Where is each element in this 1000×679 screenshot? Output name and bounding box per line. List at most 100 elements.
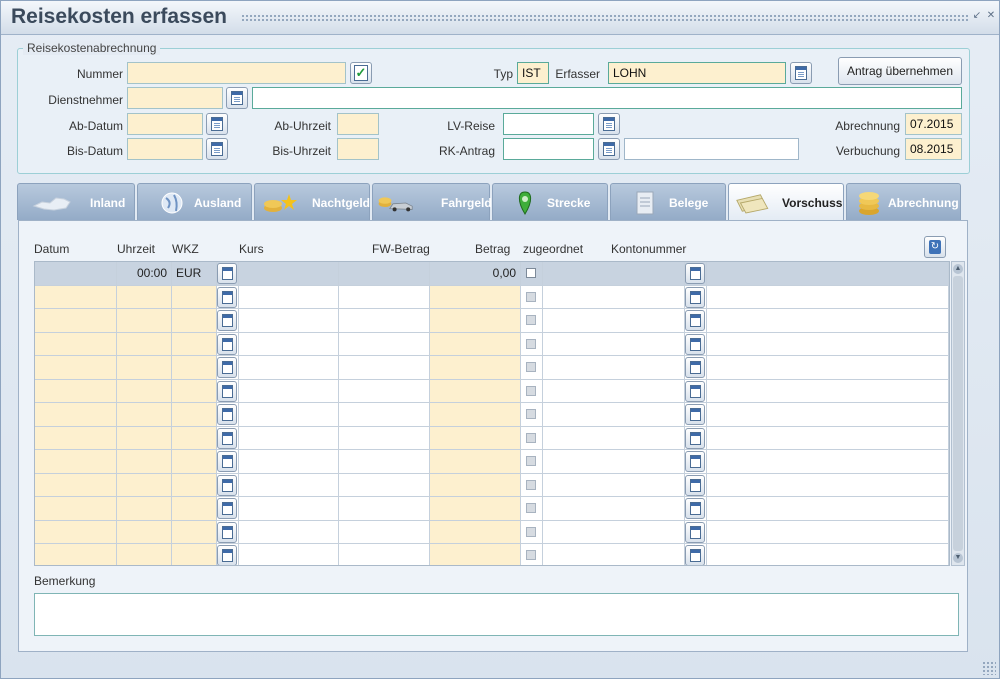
row-lookup-button[interactable]: [217, 357, 237, 378]
row-lookup-cell[interactable]: [217, 379, 239, 402]
confirm-button[interactable]: ✓: [350, 62, 372, 84]
table-row[interactable]: [35, 356, 949, 380]
zugeordnet-checkbox[interactable]: [526, 315, 536, 325]
cell-kurs[interactable]: [239, 332, 339, 355]
row-lookup-cell[interactable]: [217, 332, 239, 355]
vorschuss-table[interactable]: 00:00 EUR 0,00: [34, 261, 950, 566]
erfasser-lookup-button[interactable]: [790, 62, 812, 84]
table-row[interactable]: [35, 332, 949, 356]
cell-kontonummer[interactable]: [707, 309, 949, 332]
row-lookup-button[interactable]: [217, 451, 237, 472]
tab-fahrgeld[interactable]: Fahrgeld: [372, 183, 492, 220]
row-lookup-button[interactable]: [685, 498, 705, 519]
cell-wkz[interactable]: [172, 403, 217, 426]
table-row[interactable]: [35, 309, 949, 333]
zugeordnet-checkbox[interactable]: [526, 479, 536, 490]
row-lookup-cell[interactable]: [217, 520, 239, 543]
row-lookup-cell[interactable]: [217, 497, 239, 520]
tab-inland[interactable]: Inland: [17, 183, 135, 220]
row-lookup-cell[interactable]: [685, 520, 707, 543]
cell-betrag[interactable]: 0,00: [430, 262, 521, 285]
zugeordnet-checkbox[interactable]: [526, 456, 536, 466]
table-row[interactable]: [35, 520, 949, 544]
table-row[interactable]: [35, 497, 949, 521]
row-lookup-cell[interactable]: [217, 544, 239, 565]
cell-uhrzeit[interactable]: [117, 473, 172, 496]
cell-kurs[interactable]: [239, 262, 339, 285]
close-icon[interactable]: ✕: [985, 10, 997, 22]
cell-datum[interactable]: [35, 379, 117, 402]
row-lookup-cell[interactable]: [685, 379, 707, 402]
zugeordnet-cell[interactable]: [521, 285, 543, 308]
cell-datum[interactable]: [35, 403, 117, 426]
cell-wkz[interactable]: [172, 285, 217, 308]
table-row[interactable]: [35, 285, 949, 309]
row-lookup-cell[interactable]: [685, 309, 707, 332]
verbuchung-field[interactable]: 08.2015: [905, 138, 962, 160]
row-lookup-button[interactable]: [685, 286, 705, 308]
cell-kontonummer-blank[interactable]: [543, 450, 685, 473]
row-lookup-button[interactable]: [217, 310, 237, 331]
cell-fw-betrag[interactable]: [339, 262, 430, 285]
cell-fw-betrag[interactable]: [339, 520, 430, 543]
cell-wkz[interactable]: [172, 332, 217, 355]
cell-wkz[interactable]: [172, 544, 217, 565]
cell-kurs[interactable]: [239, 356, 339, 379]
cell-uhrzeit[interactable]: [117, 379, 172, 402]
row-lookup-cell[interactable]: [217, 450, 239, 473]
cell-uhrzeit[interactable]: [117, 450, 172, 473]
cell-wkz[interactable]: [172, 450, 217, 473]
nummer-field[interactable]: [127, 62, 346, 84]
row-lookup-button[interactable]: [217, 333, 237, 355]
scroll-thumb[interactable]: [953, 276, 963, 551]
row-lookup-button[interactable]: [685, 427, 705, 449]
cell-kontonummer[interactable]: [707, 285, 949, 308]
row-lookup-button[interactable]: [685, 404, 705, 425]
zugeordnet-checkbox[interactable]: [526, 503, 536, 513]
cell-uhrzeit[interactable]: [117, 356, 172, 379]
cell-datum[interactable]: [35, 544, 117, 565]
cell-datum[interactable]: [35, 285, 117, 308]
tab-abrechnung[interactable]: Abrechnung: [846, 183, 961, 220]
cell-betrag[interactable]: [430, 379, 521, 402]
cell-kurs[interactable]: [239, 520, 339, 543]
zugeordnet-cell[interactable]: [521, 262, 543, 285]
table-row[interactable]: [35, 450, 949, 474]
cell-datum[interactable]: [35, 356, 117, 379]
row-lookup-button[interactable]: [217, 427, 237, 449]
cell-kontonummer[interactable]: [707, 520, 949, 543]
zugeordnet-cell[interactable]: [521, 520, 543, 543]
tab-belege[interactable]: Belege: [610, 183, 726, 220]
cell-betrag[interactable]: [430, 497, 521, 520]
lv-reise-lookup-button[interactable]: [598, 113, 620, 135]
row-lookup-button[interactable]: [685, 545, 705, 565]
row-lookup-cell[interactable]: [685, 332, 707, 355]
bis-datum-picker-button[interactable]: [206, 138, 228, 160]
cell-betrag[interactable]: [430, 520, 521, 543]
row-lookup-button[interactable]: [217, 474, 237, 496]
cell-fw-betrag[interactable]: [339, 379, 430, 402]
cell-uhrzeit[interactable]: [117, 426, 172, 449]
cell-datum[interactable]: [35, 332, 117, 355]
row-lookup-cell[interactable]: [685, 356, 707, 379]
cell-datum[interactable]: [35, 520, 117, 543]
cell-datum[interactable]: [35, 309, 117, 332]
row-lookup-cell[interactable]: [217, 426, 239, 449]
cell-kontonummer[interactable]: [707, 379, 949, 402]
cell-fw-betrag[interactable]: [339, 497, 430, 520]
zugeordnet-checkbox[interactable]: [526, 268, 536, 278]
cell-kurs[interactable]: [239, 285, 339, 308]
cell-uhrzeit[interactable]: [117, 403, 172, 426]
cell-kontonummer-blank[interactable]: [543, 285, 685, 308]
cell-kontonummer-blank[interactable]: [543, 426, 685, 449]
cell-kurs[interactable]: [239, 426, 339, 449]
row-lookup-button[interactable]: [685, 474, 705, 496]
row-lookup-cell[interactable]: [217, 473, 239, 496]
zugeordnet-checkbox[interactable]: [526, 362, 536, 372]
cell-kontonummer-blank[interactable]: [543, 473, 685, 496]
cell-betrag[interactable]: [430, 356, 521, 379]
row-lookup-button[interactable]: [685, 451, 705, 472]
row-lookup-cell[interactable]: [217, 309, 239, 332]
dienstnehmer-name-field[interactable]: [252, 87, 962, 109]
row-lookup-cell[interactable]: [685, 285, 707, 308]
